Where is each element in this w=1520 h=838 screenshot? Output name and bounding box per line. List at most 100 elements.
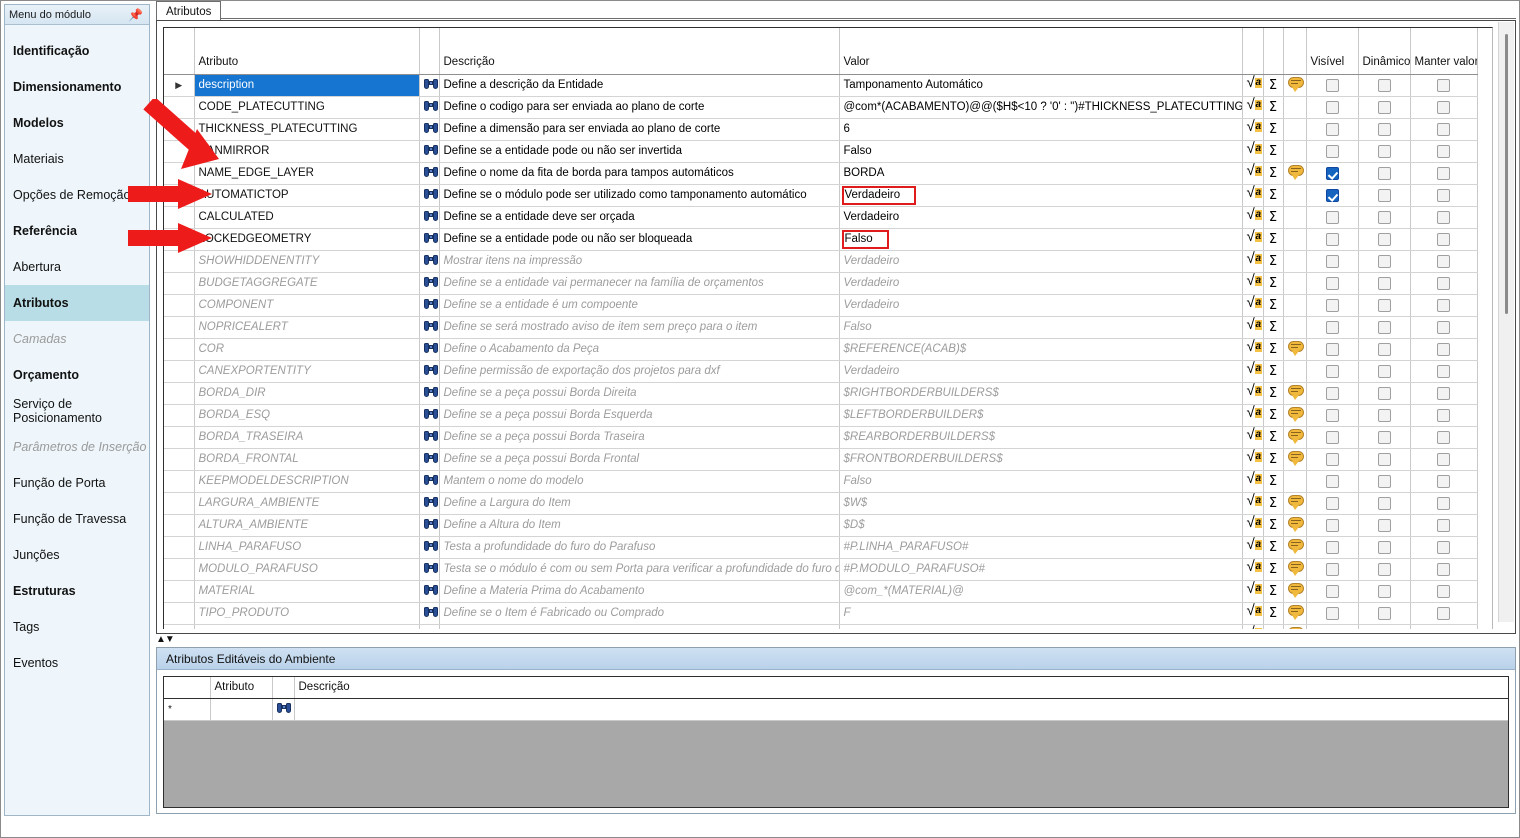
cell-formula-editor[interactable]: √a	[1242, 316, 1264, 339]
sqrt-a-icon[interactable]: √a	[1247, 559, 1262, 575]
sqrt-a-icon[interactable]: √a	[1247, 317, 1262, 333]
dinamico-checkbox[interactable]	[1377, 210, 1391, 224]
cell-atributo[interactable]: TIPO_PRODUTO	[194, 602, 420, 625]
row-selector-cell[interactable]	[164, 272, 195, 295]
sidebar-item-fun-o-de-travessa[interactable]: Função de Travessa	[5, 501, 149, 537]
visivel-checkbox[interactable]	[1325, 474, 1339, 488]
binoculars-icon[interactable]	[423, 518, 438, 530]
row-selector-cell[interactable]	[164, 294, 195, 317]
manter-valor-checkbox[interactable]	[1437, 276, 1450, 290]
cell-visivel[interactable]	[1306, 118, 1359, 141]
cell-binoculars[interactable]	[419, 602, 440, 625]
table-row[interactable]: CANMIRROR Define se a entidade pode ou nã…	[164, 140, 1478, 163]
cell-descricao[interactable]: Define se a peça possui Borda Esquerda	[439, 404, 840, 427]
cell-comment[interactable]	[1283, 338, 1307, 361]
cell-sum[interactable]: Σ	[1263, 492, 1284, 515]
visivel-checkbox[interactable]	[1325, 166, 1339, 180]
sigma-icon[interactable]: Σ	[1269, 584, 1277, 599]
manter-valor-checkbox[interactable]	[1437, 232, 1450, 246]
sigma-icon[interactable]: Σ	[1269, 254, 1277, 269]
row-selector-cell[interactable]	[164, 162, 195, 185]
cell-binoculars[interactable]	[419, 206, 440, 229]
cell-binoculars[interactable]	[419, 294, 440, 317]
visivel-checkbox[interactable]	[1325, 452, 1339, 466]
table-row[interactable]: THICKNESS_PLATECUTTING Define a dimensão …	[164, 118, 1478, 141]
row-selector-cell[interactable]	[164, 558, 195, 581]
dinamico-checkbox[interactable]	[1377, 276, 1391, 290]
cell-manter-valor[interactable]	[1410, 470, 1478, 493]
cell-valor[interactable]: Verdadeiro	[839, 360, 1243, 383]
cell-valor[interactable]: $W$	[839, 492, 1243, 515]
cell-atributo[interactable]: MODULO_PARAFUSO	[194, 558, 420, 581]
bcol-header-selector[interactable]	[164, 677, 211, 699]
binoculars-icon[interactable]	[423, 210, 438, 222]
visivel-checkbox[interactable]	[1325, 254, 1339, 268]
table-row[interactable]: ALTURA_AMBIENTE Define a Altura do Item $D…	[164, 514, 1478, 537]
binoculars-icon[interactable]	[423, 562, 438, 574]
sidebar-item-dimensionamento[interactable]: Dimensionamento	[5, 69, 149, 105]
cell-visivel[interactable]	[1306, 580, 1359, 603]
cell-binoculars[interactable]	[419, 228, 440, 251]
visivel-checkbox[interactable]	[1325, 584, 1339, 598]
sidebar-item-tags[interactable]: Tags	[5, 609, 149, 645]
cell-comment[interactable]	[1283, 360, 1307, 383]
visivel-checkbox[interactable]	[1325, 320, 1339, 334]
sidebar-item-modelos[interactable]: Modelos	[5, 105, 149, 141]
manter-valor-checkbox[interactable]	[1437, 408, 1450, 422]
cell-atributo[interactable]: CANMIRROR	[194, 140, 420, 163]
cell-formula-editor[interactable]: √a	[1242, 338, 1264, 361]
row-selector-cell[interactable]	[164, 448, 195, 471]
cell-manter-valor[interactable]	[1410, 118, 1478, 141]
table-row[interactable]: BUDGETAGGREGATE Define se a entidade vai …	[164, 272, 1478, 295]
visivel-checkbox[interactable]	[1325, 232, 1339, 246]
manter-valor-checkbox[interactable]	[1437, 540, 1450, 554]
sidebar-item-par-metros-de-inser-o[interactable]: Parâmetros de Inserção	[5, 429, 149, 465]
cell-visivel[interactable]	[1306, 492, 1359, 515]
comment-bubble-icon[interactable]	[1287, 605, 1304, 620]
cell-descricao[interactable]: Define se a peça possui Borda Traseira	[439, 426, 840, 449]
cell-sum[interactable]: Σ	[1263, 250, 1284, 273]
cell-visivel[interactable]	[1306, 470, 1359, 493]
cell-binoculars[interactable]	[419, 448, 440, 471]
cell-atributo[interactable]: COMPONENT	[194, 294, 420, 317]
cell-visivel[interactable]	[1306, 360, 1359, 383]
sigma-icon[interactable]: Σ	[1269, 166, 1277, 181]
cell-formula-editor[interactable]: √a	[1242, 470, 1264, 493]
binoculars-icon[interactable]	[423, 408, 438, 420]
col-header-sum[interactable]	[1263, 28, 1284, 75]
cell-formula-editor[interactable]: √a	[1242, 602, 1264, 625]
comment-bubble-icon[interactable]	[1287, 561, 1304, 576]
sqrt-a-icon[interactable]: √a	[1247, 405, 1262, 421]
cell-manter-valor[interactable]	[1410, 162, 1478, 185]
sigma-icon[interactable]: Σ	[1269, 100, 1277, 115]
col-header-atributo[interactable]: Atributo	[194, 28, 420, 75]
visivel-checkbox[interactable]	[1325, 540, 1339, 554]
manter-valor-checkbox[interactable]	[1437, 452, 1450, 466]
sidebar-item-fun-o-de-porta[interactable]: Função de Porta	[5, 465, 149, 501]
table-row[interactable]: BORDA_DIR Define se a peça possui Borda D…	[164, 382, 1478, 405]
col-header-dinamico[interactable]: Dinâmico	[1358, 28, 1411, 75]
cell-dinamico[interactable]	[1358, 558, 1411, 581]
row-selector-cell[interactable]	[164, 514, 195, 537]
sqrt-a-icon[interactable]: √a	[1247, 207, 1262, 223]
cell-valor[interactable]: 6	[839, 118, 1243, 141]
cell-visivel[interactable]	[1306, 96, 1359, 119]
cell-valor[interactable]: $RIGHTBORDERBUILDERS$	[839, 382, 1243, 405]
cell-dinamico[interactable]	[1358, 382, 1411, 405]
cell-comment[interactable]	[1283, 558, 1307, 581]
binoculars-icon[interactable]	[423, 364, 438, 376]
binoculars-icon[interactable]	[423, 474, 438, 486]
cell-comment[interactable]	[1283, 162, 1307, 185]
cell-sum[interactable]: Σ	[1263, 74, 1284, 97]
sigma-icon[interactable]: Σ	[1269, 342, 1277, 357]
col-header-comment[interactable]	[1283, 28, 1307, 75]
comment-bubble-icon[interactable]	[1287, 517, 1304, 532]
cell-sum[interactable]: Σ	[1263, 206, 1284, 229]
cell-comment[interactable]	[1283, 536, 1307, 559]
sigma-icon[interactable]: Σ	[1269, 452, 1277, 467]
row-selector-cell[interactable]	[164, 492, 195, 515]
binoculars-icon[interactable]	[423, 452, 438, 464]
cell-formula-editor[interactable]: √a	[1242, 294, 1264, 317]
cell-sum[interactable]: Σ	[1263, 404, 1284, 427]
cell-dinamico[interactable]	[1358, 184, 1411, 207]
